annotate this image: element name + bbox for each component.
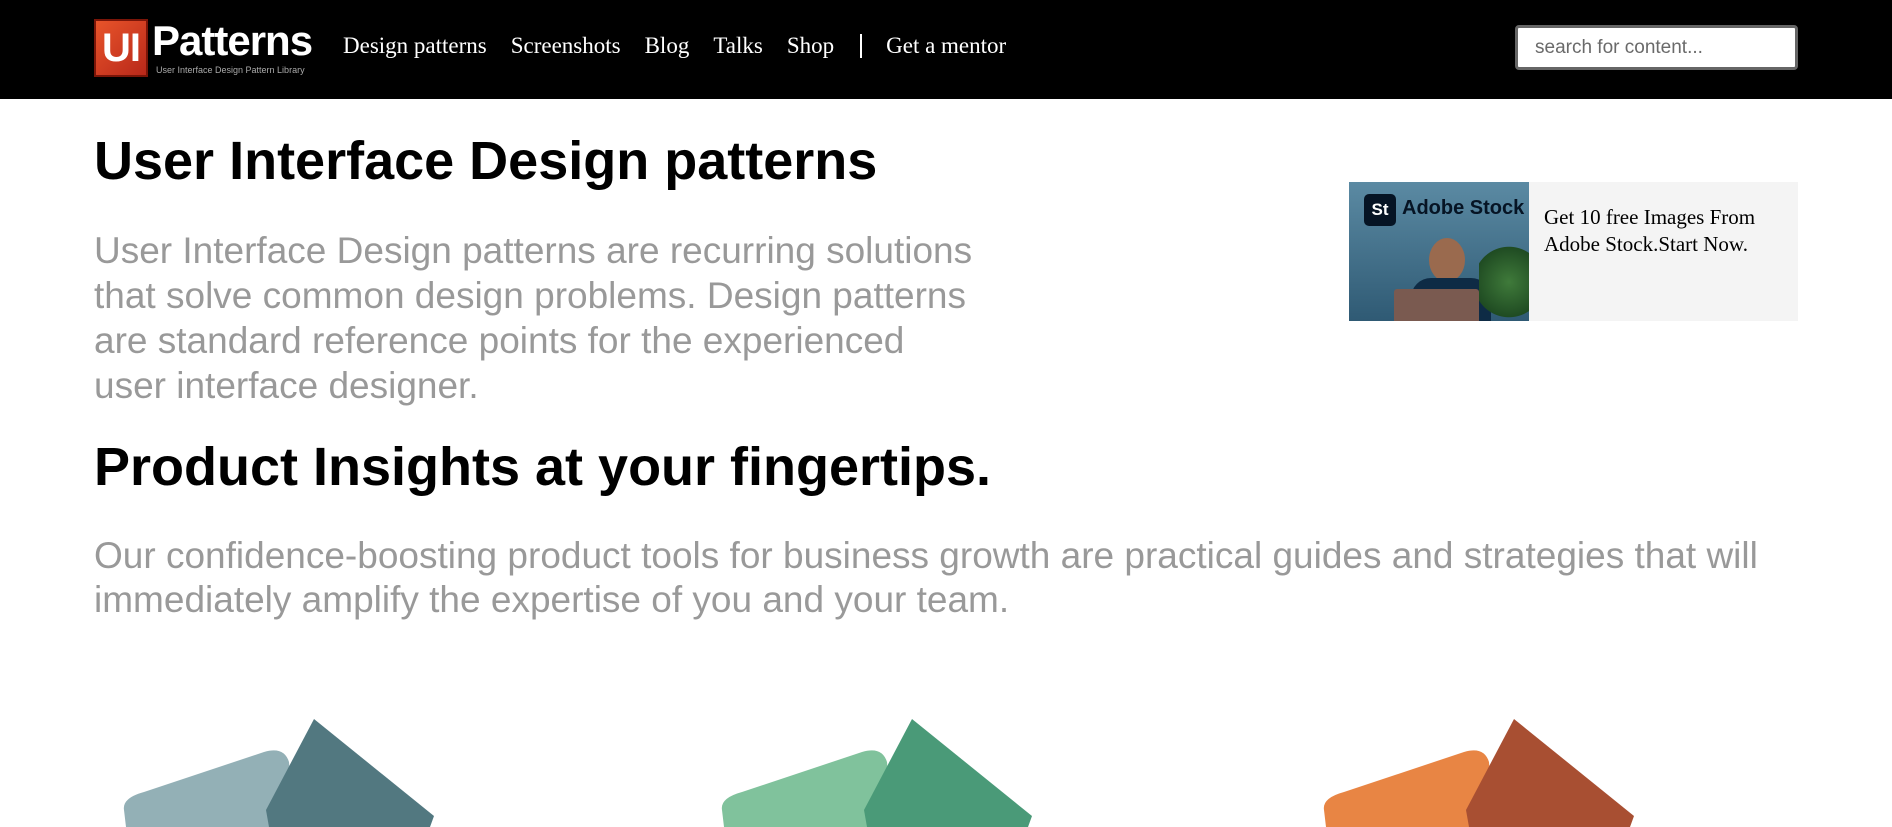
adobe-stock-icon: St: [1364, 194, 1396, 226]
nav-design-patterns[interactable]: Design patterns: [343, 33, 487, 59]
ad-text[interactable]: Get 10 free Images From Adobe Stock.Star…: [1544, 204, 1789, 258]
nav-get-a-mentor[interactable]: Get a mentor: [886, 33, 1006, 59]
nav-blog[interactable]: Blog: [645, 33, 690, 59]
card-box-cover: [266, 719, 434, 827]
nav-shop[interactable]: Shop: [787, 33, 834, 59]
card-box-cover: [864, 719, 1032, 827]
logo-word: Patterns: [152, 17, 313, 64]
ad-image: St Adobe Stock: [1349, 182, 1529, 321]
nav-divider: [860, 34, 863, 58]
nav-talks[interactable]: Talks: [713, 33, 763, 59]
section-title: Product Insights at your fingertips.: [94, 437, 992, 497]
top-nav: UI Patterns User Interface Design Patter…: [0, 0, 1892, 99]
nav-screenshots[interactable]: Screenshots: [511, 33, 621, 59]
plant: [1479, 242, 1529, 321]
page-title: User Interface Design patterns: [94, 131, 878, 191]
person-head: [1429, 238, 1465, 282]
main-menu: Design patterns Screenshots Blog Talks S…: [343, 33, 1030, 59]
product-cards: [123, 719, 1634, 827]
intro-text: User Interface Design patterns are recur…: [94, 230, 973, 406]
ad-brand-name: Adobe Stock: [1402, 197, 1525, 219]
logo-badge: UI: [94, 19, 148, 77]
laptop: [1394, 289, 1479, 321]
ui-patterns-logo[interactable]: UI Patterns User Interface Design Patter…: [94, 17, 322, 77]
search-input[interactable]: [1515, 25, 1798, 70]
organizing-content-cards[interactable]: [1323, 719, 1634, 827]
section-intro: Our confidence-boosting product tools fo…: [94, 535, 1758, 620]
adobe-stock-ad[interactable]: St Adobe Stock Get 10 free Images From A…: [1349, 182, 1798, 321]
card-box-cover: [1466, 719, 1634, 827]
logo-tagline: User Interface Design Pattern Library: [156, 65, 305, 75]
market-demand-cards[interactable]: [721, 719, 1032, 827]
social-biases-cards[interactable]: [123, 719, 434, 827]
